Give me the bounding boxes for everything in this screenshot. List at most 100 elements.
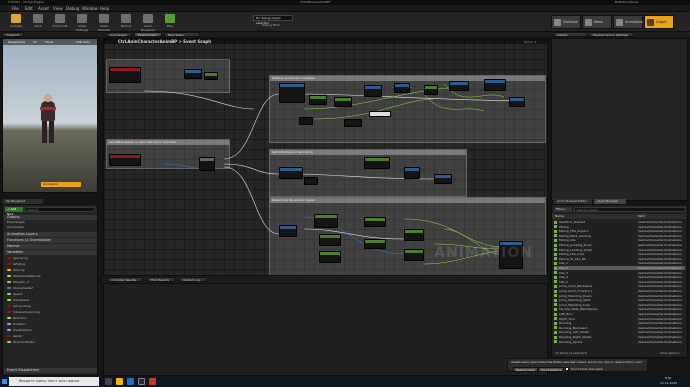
tab-output-log[interactable]: Output Log [179,277,207,282]
function-node[interactable] [364,239,386,249]
asset-row[interactable]: Jump_Anim_Backward/Game/Character/Animat… [554,284,685,288]
variable-item[interactable]: IsInAir [7,334,22,339]
tab-event-graph[interactable]: Event Graph [134,32,162,37]
preview-viewport[interactable]: Perspective Lit Show LOD Auto Animation [2,38,98,193]
asset-row[interactable]: Running_Right_Strafe/Game/Character/Anim… [554,335,685,339]
variable-item[interactable]: MoveDir_X [7,280,29,285]
class-defaults-button[interactable]: Class Defaults [94,13,114,32]
asset-row[interactable]: Idle_3/Game/Character/Animations [554,271,685,275]
asset-row[interactable]: Idle_1/Game/Character/Animations [554,261,685,265]
asset-row[interactable]: Left_Turn/Game/Character/Animations [554,312,685,316]
menu-asset[interactable]: Asset [38,6,49,11]
unreal-engine-icon[interactable] [138,378,145,385]
function-node[interactable] [364,157,390,169]
function-node[interactable] [319,251,341,263]
asset-row[interactable]: Falling_Landing_Small/Game/Character/Ani… [554,248,685,252]
mode-tab-animation[interactable]: Animation [613,15,643,29]
function-node[interactable] [424,85,438,95]
function-node[interactable] [319,234,341,246]
mode-tab-graph[interactable]: Graph [644,15,674,29]
windows-start-icon[interactable] [2,379,7,384]
view-options-button[interactable]: View Options [660,351,680,355]
tab-find-results[interactable]: Find Results [147,277,175,282]
variables-header[interactable]: Variables [4,250,97,255]
set-node[interactable] [434,174,452,184]
task-view-icon[interactable] [105,378,112,385]
filters-button[interactable]: Filters [554,207,572,212]
asset-row[interactable]: LB_Idle_Walk_WendSpace/Game/Character/An… [554,307,685,311]
add-new-button[interactable]: + Add New [5,207,23,216]
asset-row[interactable]: Falling_To_Idle_BS/Game/Character/Animat… [554,257,685,261]
asset-row[interactable]: Falling/Game/Character/Animations [554,225,685,229]
tab-asset-browser[interactable]: Asset Browser [594,199,626,204]
function-node[interactable] [404,249,424,261]
asset-row[interactable]: Jump_Standing_Start/Game/Character/Anima… [554,298,685,302]
mode-tab-mesh[interactable]: Mesh [582,15,612,29]
variable-item[interactable]: MovementVelocity [7,274,41,279]
event-node[interactable] [109,154,141,166]
restore-now-button[interactable]: Restore Now [513,367,538,372]
app-icon[interactable] [149,378,156,385]
set-node[interactable] [509,97,525,107]
variable-item[interactable]: DirectionDelta [7,340,35,345]
animation-layers-header[interactable]: Animation Layers [4,232,97,237]
asset-row[interactable]: Running_Sprint/Game/Character/Animations [554,340,685,344]
variable-item[interactable]: PrevRotation [7,328,32,333]
event-node[interactable] [109,67,141,83]
menu-help[interactable]: Help [100,6,109,11]
class-settings-button[interactable]: Class Settings [72,13,92,32]
asset-row[interactable]: Falling_FDS_Impact/Game/Character/Animat… [554,229,685,233]
dont-restore-button[interactable]: Don't Restore [538,367,565,372]
asset-row[interactable]: Idle_5/Game/Character/Animations [554,280,685,284]
lod-button[interactable]: LOD Auto [76,40,90,44]
variable-item[interactable]: IsFalling [7,262,25,267]
function-node[interactable] [204,72,218,80]
column-path[interactable]: Path [638,214,645,218]
blueprint-search-input[interactable]: Search [25,207,95,212]
set-node[interactable] [449,81,469,91]
variable-node[interactable] [304,177,318,185]
asset-row[interactable]: StartPrvt_Dashed/Game/Character/Animatio… [554,220,685,224]
tab-state-machine[interactable]: New State Machine [164,32,200,41]
asset-row[interactable]: Jump_Standing_Loop/Game/Character/Animat… [554,303,685,307]
find-in-cb-button[interactable]: Find in CB [50,13,70,31]
set-node[interactable] [394,83,410,93]
tab-anim-preview-editor[interactable]: Anim Preview Editor [554,199,592,204]
event-dispatchers-header[interactable]: Event Dispatchers [4,368,97,373]
function-node[interactable] [279,83,305,103]
asset-row[interactable]: Falling_Idle/Game/Character/Animations [554,238,685,242]
variable-item[interactable]: PrevSpeed [7,298,29,303]
variable-item[interactable]: InterpsOnLanding [7,310,40,315]
variable-item[interactable]: CharacterRef [7,286,33,291]
variable-item[interactable]: Rotation [7,322,26,327]
variable-item[interactable]: Direction [7,316,27,321]
tab-animgraph[interactable]: AnimGraph [106,32,132,37]
asset-row[interactable]: Falling_Idle_Loop/Game/Character/Animati… [554,252,685,256]
lit-button[interactable]: Lit [33,40,37,44]
asset-row[interactable]: Running/Game/Character/Animations [554,321,685,325]
variable-node[interactable] [299,117,313,125]
tab-preview-settings[interactable]: Preview Scene Settings [589,32,634,37]
asset-row[interactable]: Idle_4/Game/Character/Animations [554,275,685,279]
asset-row[interactable]: Falling_Jumping_Down/Game/Character/Anim… [554,243,685,247]
mode-tab-skeleton[interactable]: Skeleton [551,15,581,29]
graph-item-animgraph[interactable]: AnimGraph [7,225,24,230]
tab-details[interactable]: Details [553,32,587,37]
asset-search-input[interactable]: Search Assets [574,207,686,212]
function-node[interactable] [404,229,424,241]
menu-file[interactable]: File [12,6,19,11]
perspective-button[interactable]: Perspective [8,40,25,44]
menu-edit[interactable]: Edit [25,6,33,11]
browser-icon[interactable] [127,378,134,385]
set-node[interactable] [404,167,420,179]
branch-node[interactable] [199,157,215,171]
play-button[interactable]: Play [160,13,180,31]
compile-button[interactable]: Compile [6,13,26,31]
function-node[interactable] [364,217,386,227]
macros-header[interactable]: Macros [4,244,97,249]
asset-row[interactable]: Jump_Standing_Down/Game/Character/Animat… [554,294,685,298]
tab-my-blueprint[interactable]: My Blueprint [3,199,43,204]
save-button[interactable]: Save [28,13,48,31]
dont-show-checkbox[interactable] [565,367,569,371]
tooltip-node[interactable] [369,111,391,117]
